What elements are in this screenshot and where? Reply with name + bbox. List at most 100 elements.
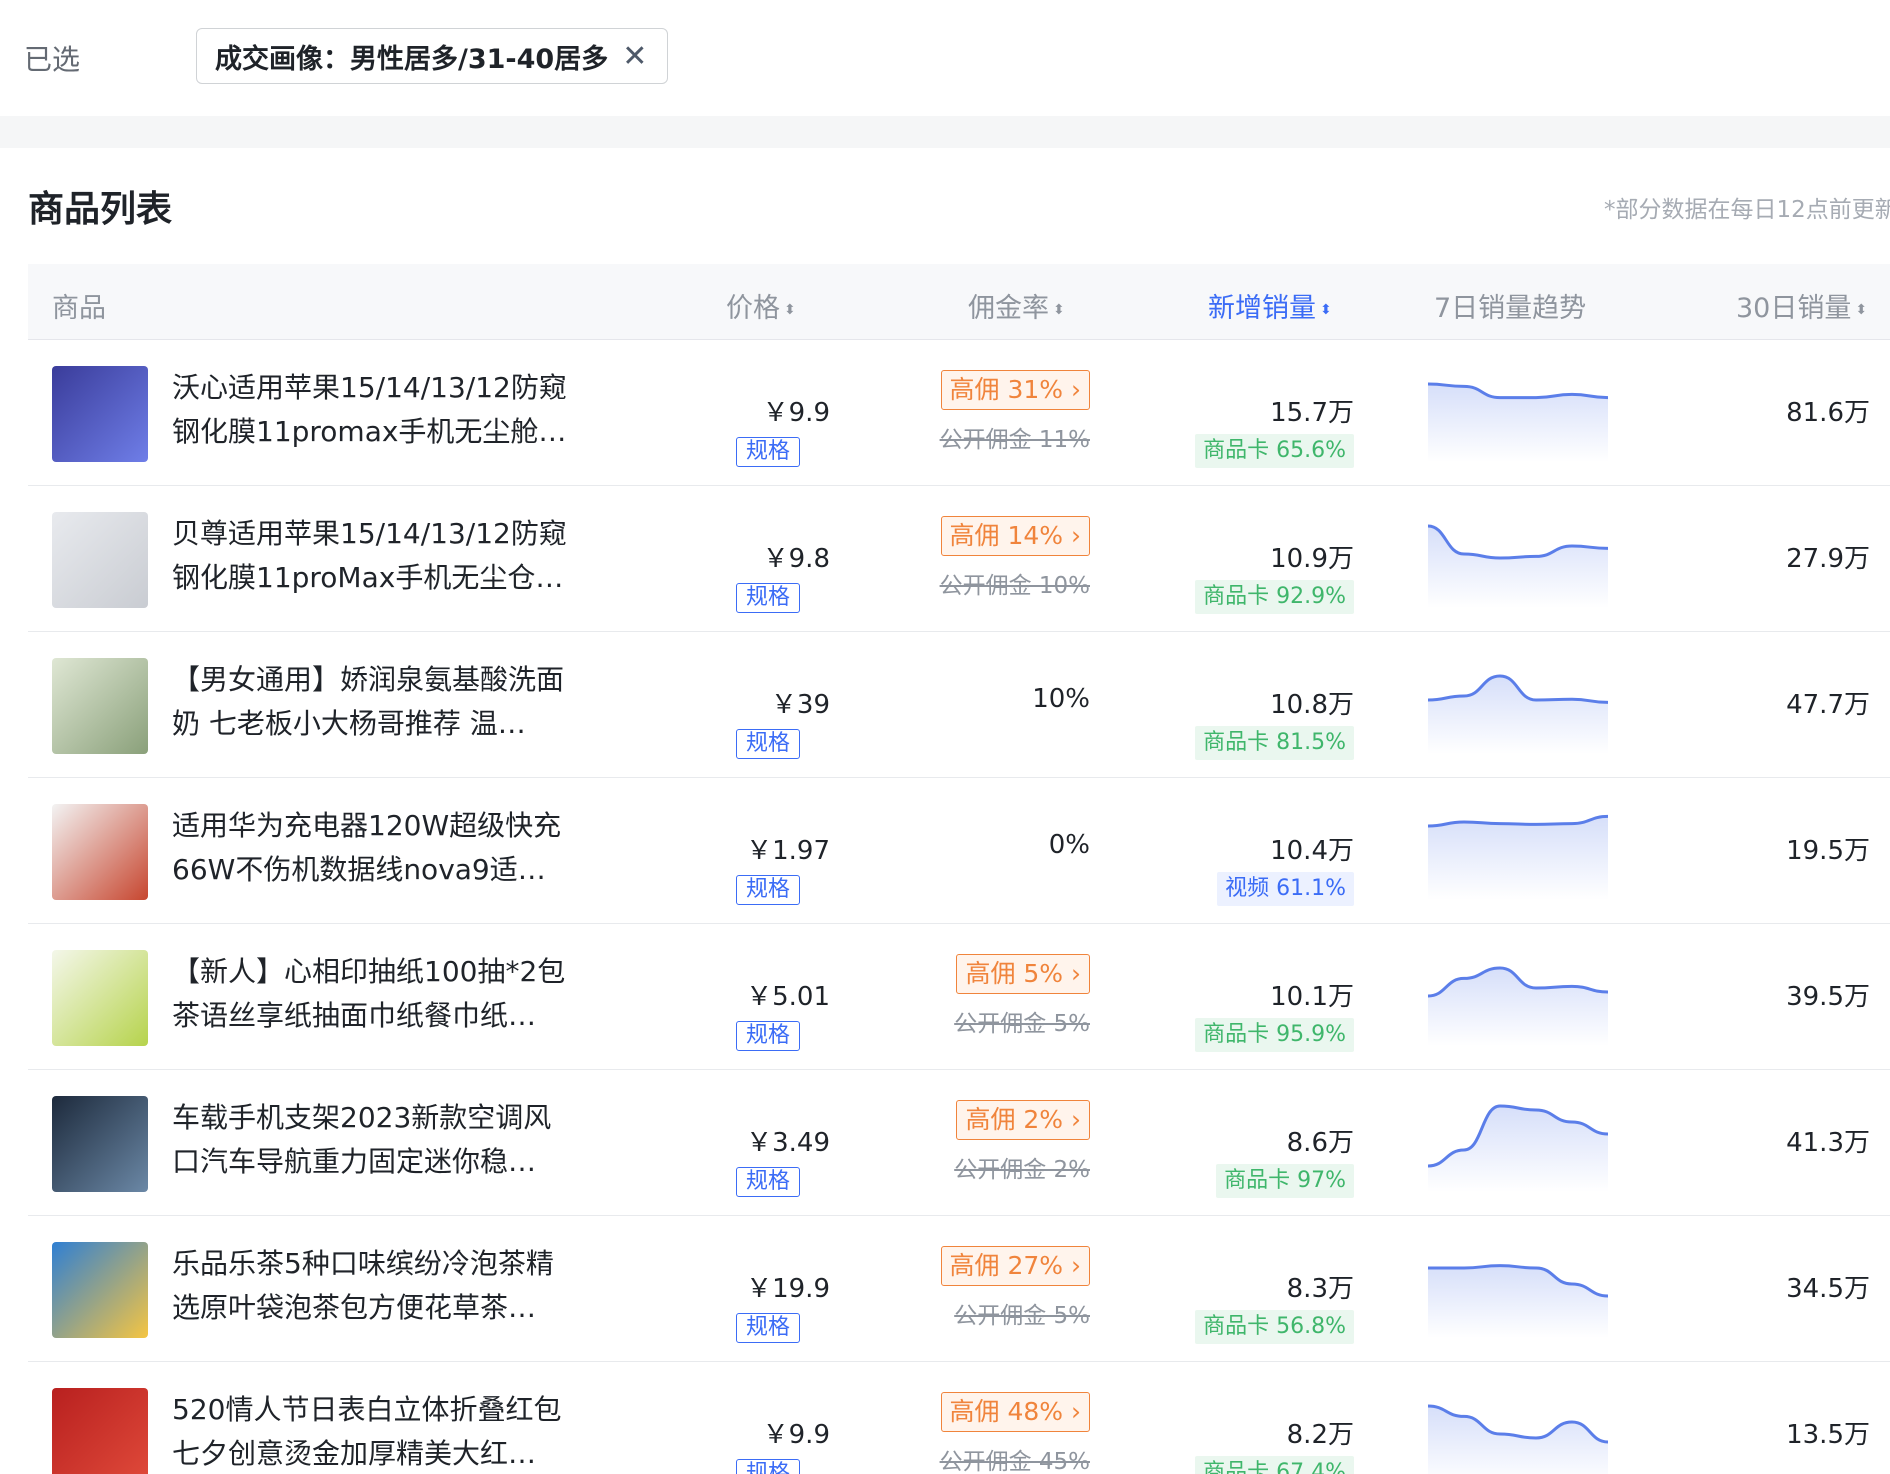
product-name[interactable]: 沃心适用苹果15/14/13/12防窥钢化膜11promax手机无尘舱… bbox=[172, 366, 572, 454]
commission-rate: 0% bbox=[1048, 830, 1090, 860]
sales-source-badge: 商品卡 97% bbox=[1216, 1164, 1354, 1198]
public-commission: 公开佣金 5% bbox=[954, 1303, 1090, 1329]
product-price: ￥9.8 bbox=[762, 544, 830, 574]
high-commission-tag[interactable]: 高佣 48% › bbox=[940, 1392, 1090, 1432]
new-sales: 8.6万 bbox=[1286, 1128, 1354, 1158]
product-price: ￥9.9 bbox=[762, 398, 830, 428]
section-divider bbox=[0, 116, 1890, 148]
product-name[interactable]: 贝尊适用苹果15/14/13/12防窥钢化膜11proMax手机无尘仓… bbox=[172, 512, 572, 600]
header-7day-trend: 7日销量趋势 bbox=[1434, 293, 1587, 324]
product-price: ￥5.01 bbox=[746, 982, 830, 1012]
table-row[interactable]: 适用华为充电器120W超级快充66W不伤机数据线nova9适… ￥1.97 规格 0%… bbox=[28, 778, 1890, 924]
header-commission[interactable]: 佣金率 ⬍ bbox=[968, 286, 1065, 325]
spec-button[interactable]: 规格 bbox=[736, 1167, 800, 1197]
sales-trend-sparkline[interactable] bbox=[1428, 362, 1608, 462]
product-name[interactable]: 适用华为充电器120W超级快充66W不伤机数据线nova9适… bbox=[172, 804, 572, 892]
update-note: *部分数据在每日12点前更新 bbox=[1604, 197, 1890, 223]
sales-trend-sparkline[interactable] bbox=[1428, 1238, 1608, 1338]
section-title: 商品列表 bbox=[28, 189, 173, 230]
product-price: ￥9.9 bbox=[762, 1420, 830, 1450]
sales-trend-sparkline[interactable] bbox=[1428, 654, 1608, 754]
public-commission: 公开佣金 11% bbox=[939, 427, 1090, 453]
high-commission-tag[interactable]: 高佣 14% › bbox=[940, 516, 1090, 556]
sales-source-badge: 商品卡 95.9% bbox=[1195, 1018, 1354, 1052]
spec-button[interactable]: 规格 bbox=[736, 1313, 800, 1343]
filter-tag-text: 成交画像：男性居多/31-40居多 bbox=[215, 43, 609, 75]
table-row[interactable]: 520情人节日表白立体折叠红包七夕创意烫金加厚精美大红… ￥9.9 规格 高佣 48%… bbox=[28, 1362, 1890, 1474]
sales-trend-sparkline[interactable] bbox=[1428, 1384, 1608, 1474]
spec-button[interactable]: 规格 bbox=[736, 875, 800, 905]
sales-source-badge: 商品卡 67.4% bbox=[1195, 1456, 1354, 1474]
high-commission-tag[interactable]: 高佣 27% › bbox=[940, 1246, 1090, 1286]
sales-30day: 27.9万 bbox=[1786, 544, 1870, 574]
trend-area bbox=[1428, 816, 1608, 900]
sales-source-badge: 商品卡 81.5% bbox=[1195, 726, 1354, 760]
sort-icon: ⬍ bbox=[1855, 302, 1868, 318]
sales-30day: 81.6万 bbox=[1786, 398, 1870, 428]
spec-button[interactable]: 规格 bbox=[736, 729, 800, 759]
public-commission: 公开佣金 5% bbox=[954, 1011, 1090, 1037]
spec-button[interactable]: 规格 bbox=[736, 583, 800, 613]
product-thumbnail[interactable] bbox=[52, 804, 148, 900]
table-row[interactable]: 【新人】心相印抽纸100抽*2包茶语丝享纸抽面巾纸餐巾纸… ￥5.01 规格 高佣 5… bbox=[28, 924, 1890, 1070]
sales-source-badge: 商品卡 56.8% bbox=[1195, 1310, 1354, 1344]
product-price: ￥3.49 bbox=[746, 1128, 830, 1158]
public-commission: 公开佣金 45% bbox=[939, 1449, 1090, 1474]
trend-area bbox=[1428, 1265, 1608, 1338]
sales-trend-sparkline[interactable] bbox=[1428, 800, 1608, 900]
high-commission-tag[interactable]: 高佣 5% › bbox=[956, 954, 1090, 994]
product-name[interactable]: 车载手机支架2023新款空调风口汽车导航重力固定迷你稳… bbox=[172, 1096, 572, 1184]
product-thumbnail[interactable] bbox=[52, 1388, 148, 1474]
product-thumbnail[interactable] bbox=[52, 366, 148, 462]
close-icon[interactable]: ✕ bbox=[622, 39, 647, 74]
product-price: ￥19.9 bbox=[746, 1274, 830, 1304]
header-new-sales[interactable]: 新增销量 ⬍ bbox=[1208, 286, 1332, 325]
sales-30day: 47.7万 bbox=[1786, 690, 1870, 720]
sales-trend-sparkline[interactable] bbox=[1428, 1092, 1608, 1192]
sort-icon: ⬍ bbox=[1053, 302, 1065, 318]
active-filter-tag[interactable]: 成交画像：男性居多/31-40居多 ✕ bbox=[196, 28, 669, 84]
product-thumbnail[interactable] bbox=[52, 1096, 148, 1192]
product-name[interactable]: 【男女通用】娇润泉氨基酸洗面奶 七老板小大杨哥推荐 温… bbox=[172, 658, 572, 746]
new-sales: 10.4万 bbox=[1270, 836, 1354, 866]
filter-label: 已选 bbox=[24, 43, 81, 76]
sales-30day: 39.5万 bbox=[1786, 982, 1870, 1012]
header-price[interactable]: 价格 ⬍ bbox=[726, 286, 796, 325]
spec-button[interactable]: 规格 bbox=[736, 1021, 800, 1051]
product-price: ￥1.97 bbox=[746, 836, 830, 866]
new-sales: 10.8万 bbox=[1270, 690, 1354, 720]
commission-rate: 10% bbox=[1032, 684, 1090, 714]
sales-30day: 41.3万 bbox=[1786, 1128, 1870, 1158]
sales-30day: 13.5万 bbox=[1786, 1420, 1870, 1450]
product-thumbnail[interactable] bbox=[52, 658, 148, 754]
product-name[interactable]: 乐品乐茶5种口味缤纷冷泡茶精选原叶袋泡茶包方便花草茶… bbox=[172, 1242, 572, 1330]
spec-button[interactable]: 规格 bbox=[736, 1459, 800, 1474]
new-sales: 15.7万 bbox=[1270, 398, 1354, 428]
product-name[interactable]: 【新人】心相印抽纸100抽*2包茶语丝享纸抽面巾纸餐巾纸… bbox=[172, 950, 572, 1038]
table-row[interactable]: 乐品乐茶5种口味缤纷冷泡茶精选原叶袋泡茶包方便花草茶… ￥19.9 规格 高佣 27%… bbox=[28, 1216, 1890, 1362]
public-commission: 公开佣金 10% bbox=[939, 573, 1090, 599]
spec-button[interactable]: 规格 bbox=[736, 437, 800, 467]
product-thumbnail[interactable] bbox=[52, 512, 148, 608]
product-name[interactable]: 520情人节日表白立体折叠红包七夕创意烫金加厚精美大红… bbox=[172, 1388, 572, 1474]
sales-source-badge: 商品卡 65.6% bbox=[1195, 434, 1354, 468]
sales-30day: 19.5万 bbox=[1786, 836, 1870, 866]
sort-icon: ⬍ bbox=[784, 302, 796, 318]
table-row[interactable]: 沃心适用苹果15/14/13/12防窥钢化膜11promax手机无尘舱… ￥9.9… bbox=[28, 340, 1890, 486]
header-30day-sales[interactable]: 30日销量 ⬍ bbox=[1736, 286, 1867, 325]
table-row[interactable]: 车载手机支架2023新款空调风口汽车导航重力固定迷你稳… ￥3.49 规格 高佣 2%… bbox=[28, 1070, 1890, 1216]
high-commission-tag[interactable]: 高佣 31% › bbox=[940, 370, 1090, 410]
new-sales: 8.2万 bbox=[1286, 1420, 1354, 1450]
table-row[interactable]: 贝尊适用苹果15/14/13/12防窥钢化膜11proMax手机无尘仓… ￥9.8… bbox=[28, 486, 1890, 632]
product-thumbnail[interactable] bbox=[52, 1242, 148, 1338]
sort-icon: ⬍ bbox=[1320, 302, 1332, 318]
new-sales: 10.1万 bbox=[1270, 982, 1354, 1012]
high-commission-tag[interactable]: 高佣 2% › bbox=[956, 1100, 1090, 1140]
sales-trend-sparkline[interactable] bbox=[1428, 508, 1608, 608]
sales-trend-sparkline[interactable] bbox=[1428, 946, 1608, 1046]
product-thumbnail[interactable] bbox=[52, 950, 148, 1046]
sales-source-badge: 视频 61.1% bbox=[1217, 872, 1354, 906]
table-row[interactable]: 【男女通用】娇润泉氨基酸洗面奶 七老板小大杨哥推荐 温… ￥39 规格 10% 10.8… bbox=[28, 632, 1890, 778]
product-price: ￥39 bbox=[770, 690, 830, 720]
public-commission: 公开佣金 2% bbox=[954, 1157, 1090, 1183]
